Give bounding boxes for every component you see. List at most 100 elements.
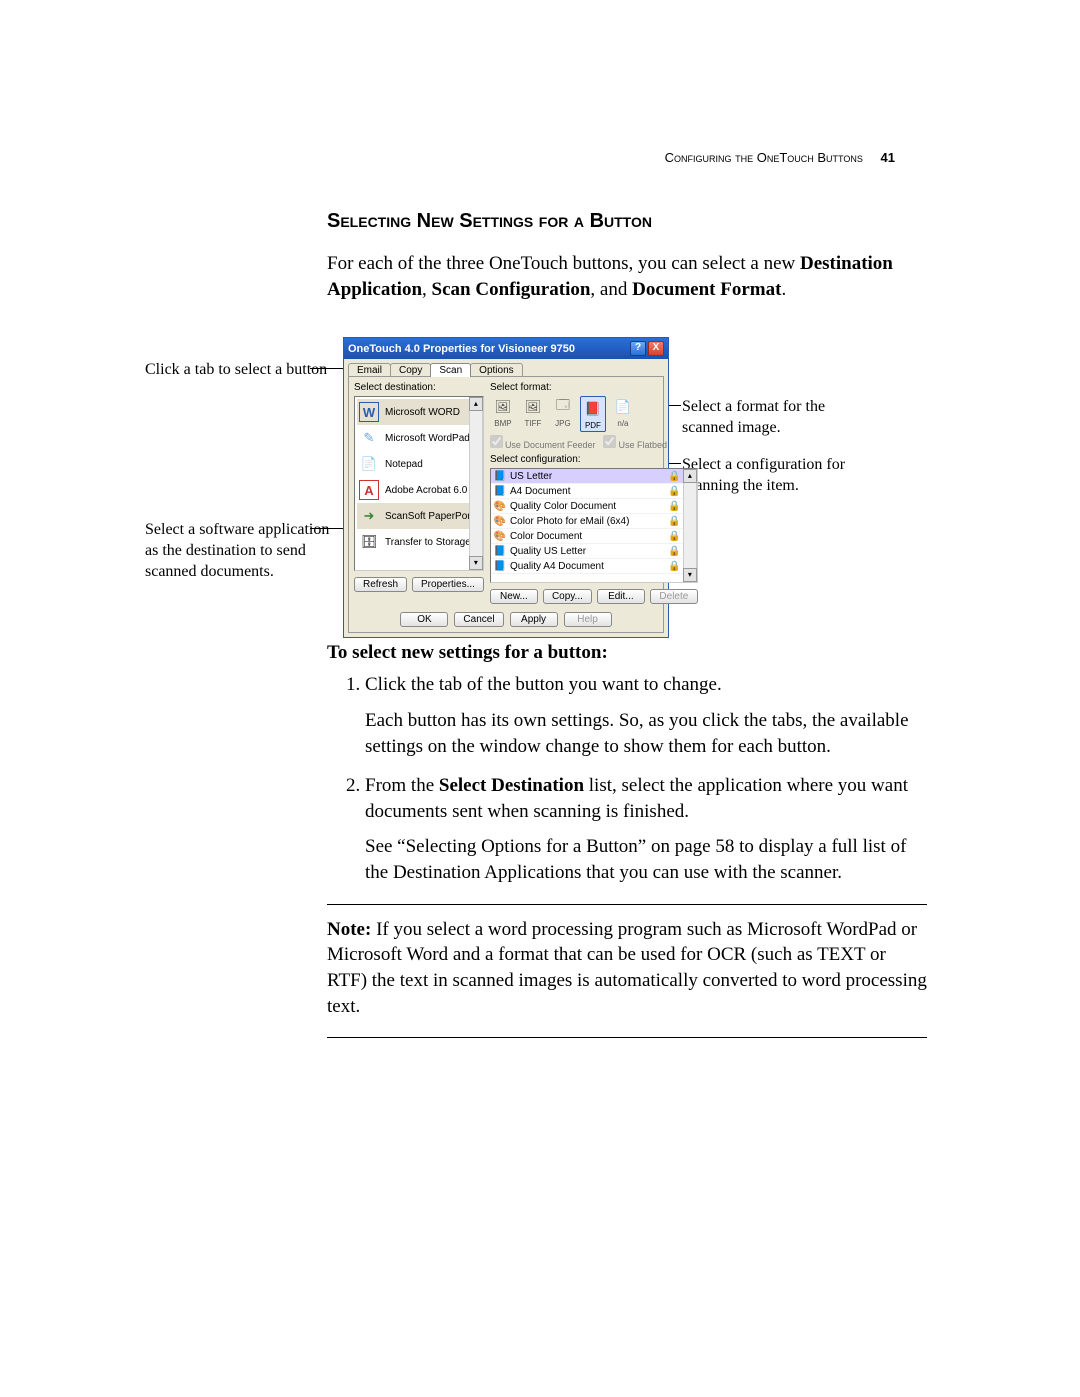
config-label: A4 Document — [510, 486, 571, 497]
help-button[interactable]: Help — [564, 612, 612, 627]
format-label: n/a — [617, 419, 628, 428]
tab-copy[interactable]: Copy — [390, 363, 431, 377]
copy-button[interactable]: Copy... — [543, 589, 592, 604]
dialog-body: Select destination: W Microsoft WORD ✎ M… — [348, 376, 664, 633]
pdf-icon: 📕 — [582, 398, 604, 420]
help-button-titlebar[interactable]: ? — [630, 341, 646, 356]
tab-scan[interactable]: Scan — [430, 363, 471, 377]
destination-list[interactable]: W Microsoft WORD ✎ Microsoft WordPad 📄 N… — [354, 396, 484, 571]
intro-text: For each of the three OneTouch buttons, … — [327, 253, 800, 274]
config-color-photo[interactable]: 🎨Color Photo for eMail (6x4)🔒 — [491, 514, 697, 529]
label-select-configuration: Select configuration: — [490, 454, 698, 465]
titlebar[interactable]: OneTouch 4.0 Properties for Visioneer 97… — [344, 338, 668, 359]
step-1-detail: Each button has its own settings. So, as… — [365, 708, 927, 759]
config-a4[interactable]: 📘A4 Document🔒 — [491, 484, 697, 499]
destination-item-wordpad[interactable]: ✎ Microsoft WordPad — [357, 425, 481, 451]
label-select-destination: Select destination: — [354, 382, 484, 393]
titlebar-text: OneTouch 4.0 Properties for Visioneer 97… — [348, 343, 575, 355]
checkbox-flatbed-label: Use Flatbed — [618, 440, 667, 450]
note-lead: Note: — [327, 919, 371, 940]
config-color-doc[interactable]: 🎨Color Document🔒 — [491, 529, 697, 544]
edit-button[interactable]: Edit... — [597, 589, 645, 604]
checkbox-feeder-box[interactable] — [490, 435, 503, 448]
destination-item-word[interactable]: W Microsoft WORD — [357, 399, 481, 425]
format-na[interactable]: 📄n/a — [610, 396, 636, 432]
scroll-down-icon[interactable]: ▾ — [683, 568, 697, 582]
checkbox-flatbed[interactable]: Use Flatbed — [603, 435, 667, 450]
format-tiff[interactable]: 🖼TIFF — [520, 396, 546, 432]
config-quality-color[interactable]: 🎨Quality Color Document🔒 — [491, 499, 697, 514]
page-icon: 📘 — [494, 560, 506, 572]
tab-row: Email Copy Scan Options — [344, 359, 668, 377]
note-paragraph: Note: If you select a word processing pr… — [327, 917, 927, 1020]
na-icon: 📄 — [612, 396, 634, 418]
format-pdf[interactable]: 📕PDF — [580, 396, 606, 432]
running-header: Configuring the OneTouch Buttons 41 — [665, 150, 895, 165]
scroll-up-icon[interactable]: ▴ — [469, 397, 483, 411]
checkbox-flatbed-box[interactable] — [603, 435, 616, 448]
intro-sep-1: , — [422, 279, 432, 300]
cancel-button[interactable]: Cancel — [454, 612, 503, 627]
page-number: 41 — [881, 150, 895, 165]
scroll-track[interactable] — [683, 483, 697, 568]
config-us-letter[interactable]: 📘 US Letter 🔒 — [491, 469, 697, 484]
config-quality-us-letter[interactable]: 📘Quality US Letter🔒 — [491, 544, 697, 559]
destination-item-storage[interactable]: 🗄 Transfer to Storage — [357, 529, 481, 555]
delete-button[interactable]: Delete — [650, 589, 698, 604]
config-label: Color Photo for eMail (6x4) — [510, 516, 630, 527]
step-2-detail: See “Selecting Options for a Button” on … — [365, 834, 927, 885]
step-2-bold: Select Destination — [439, 775, 584, 796]
destination-label: Transfer to Storage — [385, 537, 471, 548]
config-label: US Letter — [510, 471, 552, 482]
tab-options[interactable]: Options — [470, 363, 522, 377]
refresh-button[interactable]: Refresh — [354, 577, 407, 592]
config-quality-a4[interactable]: 📘Quality A4 Document🔒 — [491, 559, 697, 574]
color-icon: 🎨 — [494, 530, 506, 542]
configuration-list[interactable]: 📘 US Letter 🔒 📘 A4 Document 🔒 🎨 Quality Color… — [490, 468, 698, 583]
page-icon: 📘 — [494, 470, 506, 482]
format-label: TIFF — [524, 419, 541, 428]
checkbox-feeder[interactable]: Use Document Feeder — [490, 435, 596, 450]
callout-format: Select a format for the scanned image. — [682, 397, 852, 439]
close-button[interactable]: X — [648, 341, 664, 356]
paperport-icon: ➜ — [359, 506, 379, 526]
destination-label: Microsoft WordPad — [385, 433, 470, 444]
config-label: Quality US Letter — [510, 546, 586, 557]
intro-paragraph: For each of the three OneTouch buttons, … — [327, 251, 927, 302]
new-button[interactable]: New... — [490, 589, 538, 604]
wordpad-icon: ✎ — [359, 428, 379, 448]
properties-dialog: OneTouch 4.0 Properties for Visioneer 97… — [343, 337, 669, 638]
config-label: Quality Color Document — [510, 501, 616, 512]
destination-item-notepad[interactable]: 📄 Notepad — [357, 451, 481, 477]
tab-email[interactable]: Email — [348, 363, 391, 377]
scroll-down-icon[interactable]: ▾ — [469, 556, 483, 570]
note-divider-top — [327, 904, 927, 905]
color-icon: 🎨 — [494, 500, 506, 512]
destination-label: ScanSoft PaperPort — [385, 511, 473, 522]
destination-item-paperport[interactable]: ➜ ScanSoft PaperPort — [357, 503, 481, 529]
intro-sep-2: , and — [590, 279, 632, 300]
properties-button[interactable]: Properties... — [412, 577, 484, 592]
step-2: From the Select Destination list, select… — [365, 773, 927, 886]
note-body: If you select a word processing program … — [327, 919, 927, 1017]
apply-button[interactable]: Apply — [510, 612, 558, 627]
instruction-heading: To select new settings for a button: — [327, 642, 927, 664]
storage-icon: 🗄 — [359, 532, 379, 552]
section-heading: Selecting New Settings for a Button — [327, 210, 927, 233]
format-jpg[interactable]: 🗔JPG — [550, 396, 576, 432]
callout-config: Select a configuration for scanning the … — [682, 455, 852, 497]
page: Configuring the OneTouch Buttons 41 Sele… — [0, 0, 1080, 1397]
lock-icon: 🔒 — [668, 471, 680, 482]
callout-tab: Click a tab to select a button — [145, 360, 335, 381]
scroll-track[interactable] — [469, 411, 483, 556]
lock-icon: 🔒 — [668, 546, 680, 557]
scroll-up-icon[interactable]: ▴ — [683, 469, 697, 483]
format-label: JPG — [555, 419, 571, 428]
ok-button[interactable]: OK — [400, 612, 448, 627]
destination-item-acrobat[interactable]: A Adobe Acrobat 6.0 — [357, 477, 481, 503]
destination-label: Microsoft WORD — [385, 407, 460, 418]
format-bmp[interactable]: 🖼BMP — [490, 396, 516, 432]
jpg-icon: 🗔 — [552, 396, 574, 418]
note-divider-bottom — [327, 1037, 927, 1038]
lock-icon: 🔒 — [668, 486, 680, 497]
